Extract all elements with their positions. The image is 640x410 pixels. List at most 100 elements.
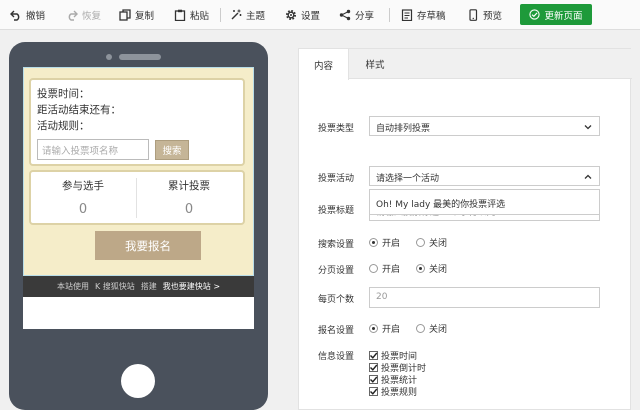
home-button (121, 364, 155, 398)
copy-label: 复制 (135, 11, 155, 22)
paste-button[interactable]: 粘贴 (174, 8, 209, 22)
copy-button[interactable]: 复制 (119, 8, 154, 22)
vote-search-input[interactable]: 请输入投票项名称 (37, 139, 149, 160)
radio-selected (369, 238, 378, 247)
search-on-radio[interactable]: 开启 (369, 236, 400, 249)
on-label: 开启 (382, 325, 401, 335)
per-page-input[interactable]: 20 (369, 287, 600, 308)
footer-brand-name: 搜狐快站 (102, 282, 135, 291)
paste-label: 粘贴 (190, 11, 210, 22)
checkmark-icon (370, 352, 378, 359)
phone-screen: 投票时间： 距活动结束还有： 活动规则： 请输入投票项名称 搜索 参与选手 0 … (23, 67, 254, 329)
vote-type-label: 投票类型 (318, 124, 355, 134)
undo-button[interactable]: 撤销 (10, 8, 45, 22)
checkmark-icon (370, 388, 378, 395)
rules-text: 活动规则： (37, 120, 90, 132)
share-icon (339, 9, 351, 21)
undo-icon (10, 10, 20, 21)
vote-info-card: 投票时间： 距活动结束还有： 活动规则： 请输入投票项名称 搜索 (29, 78, 245, 166)
tab-style[interactable]: 样式 (349, 49, 401, 79)
sohu-logo-icon: K (94, 282, 101, 291)
checkmark-icon (370, 364, 378, 371)
participants-stat: 参与选手 0 (31, 178, 135, 217)
radio-selected (369, 324, 378, 333)
site-footer: 本站使用 K 搜狐快站 搭建 我也要建快站 > (23, 276, 254, 297)
check-circle-icon (529, 9, 541, 20)
vote-time-text: 投票时间： (37, 88, 90, 100)
on-label: 开启 (382, 239, 401, 249)
preview-button[interactable]: 预览 (467, 8, 502, 22)
theme-label: 主题 (246, 11, 266, 22)
share-label: 分享 (355, 11, 375, 22)
signup-setting-label: 报名设置 (318, 326, 355, 336)
vote-search-button[interactable]: 搜索 (155, 140, 189, 160)
theme-button[interactable]: 主题 (230, 8, 265, 22)
toolbar-divider (389, 8, 390, 22)
checkmark-icon (370, 376, 378, 383)
theme-wand-icon (231, 9, 242, 20)
paste-icon (174, 9, 186, 21)
settings-panel: 内容 样式 投票类型 自动排列投票 投票活动 请选择一个活动 投票标题 请输入投… (298, 48, 632, 410)
paging-on-radio[interactable]: 开启 (369, 262, 400, 275)
signup-on-radio[interactable]: 开启 (369, 322, 400, 335)
draft-icon (401, 9, 413, 21)
footer-powered-prefix: 本站使用 (56, 282, 89, 291)
redo-label: 恢复 (82, 11, 102, 22)
build-site-link[interactable]: 我也要建快站 > (163, 281, 220, 292)
vote-activity-option[interactable]: Oh! My lady 最美的你投票评选 (369, 189, 600, 215)
undo-label: 撤销 (26, 11, 46, 22)
off-label: 关闭 (429, 325, 448, 335)
camera-dot (106, 54, 112, 60)
update-page-label: 更新页面 (544, 10, 583, 22)
vote-activity-label: 投票活动 (318, 174, 355, 184)
preview-label: 预览 (483, 11, 503, 22)
phone-speaker (119, 54, 161, 60)
paging-setting-label: 分页设置 (318, 266, 355, 276)
settings-label: 设置 (301, 11, 321, 22)
participants-value: 0 (78, 202, 88, 217)
footer-powered-suffix: 搭建 (140, 282, 157, 291)
mobile-phone-icon (469, 9, 478, 21)
search-setting-label: 搜索设置 (318, 240, 355, 250)
gear-icon (286, 10, 296, 20)
vote-stats-card: 参与选手 0 累计投票 0 (29, 170, 245, 225)
vote-type-select[interactable]: 自动排列投票 (369, 116, 600, 136)
redo-icon (68, 10, 78, 21)
per-page-label: 每页个数 (318, 295, 355, 305)
total-votes-label: 累计投票 (168, 180, 210, 192)
toolbar: 撤销 恢复 复制 粘贴 主题 设置 分享 存草稿 预览 更新页面 (0, 0, 640, 30)
save-draft-label: 存草稿 (417, 11, 446, 22)
tab-content[interactable]: 内容 (299, 49, 349, 80)
share-button[interactable]: 分享 (339, 8, 374, 22)
info-setting-label: 信息设置 (318, 352, 355, 362)
update-page-button[interactable]: 更新页面 (520, 4, 592, 25)
chevron-down-icon (584, 125, 592, 130)
settings-button[interactable]: 设置 (285, 8, 320, 22)
copy-icon (119, 9, 131, 21)
off-label: 关闭 (429, 265, 448, 275)
signup-button[interactable]: 我要报名 (95, 231, 201, 260)
vote-activity-value: 请选择一个活动 (376, 174, 440, 184)
total-votes-value: 0 (184, 202, 194, 217)
participants-label: 参与选手 (62, 180, 104, 192)
info-rules-checkbox[interactable]: 投票规则 (369, 385, 417, 398)
total-votes-stat: 累计投票 0 (137, 178, 241, 217)
time-remaining-text: 距活动结束还有： (37, 104, 121, 116)
vote-type-value: 自动排列投票 (376, 124, 431, 134)
checkbox-checked (369, 351, 378, 360)
radio-unselected (369, 264, 378, 273)
vote-title-label: 投票标题 (318, 206, 355, 216)
phone-preview: 投票时间： 距活动结束还有： 活动规则： 请输入投票项名称 搜索 参与选手 0 … (9, 42, 268, 410)
save-draft-button[interactable]: 存草稿 (401, 8, 446, 22)
vote-module[interactable]: 投票时间： 距活动结束还有： 活动规则： 请输入投票项名称 搜索 参与选手 0 … (23, 67, 254, 276)
search-setting-radios: 开启 关闭 (369, 236, 457, 249)
paging-off-radio[interactable]: 关闭 (416, 262, 447, 275)
vote-activity-select[interactable]: 请选择一个活动 (369, 166, 600, 186)
panel-tabs: 内容 样式 (299, 49, 632, 80)
signup-off-radio[interactable]: 关闭 (416, 322, 447, 335)
chevron-up-icon (584, 174, 592, 179)
search-off-radio[interactable]: 关闭 (416, 236, 447, 249)
on-label: 开启 (382, 265, 401, 275)
build-site-link-label: 我也要建快站 (162, 282, 211, 291)
redo-button[interactable]: 恢复 (66, 8, 101, 22)
